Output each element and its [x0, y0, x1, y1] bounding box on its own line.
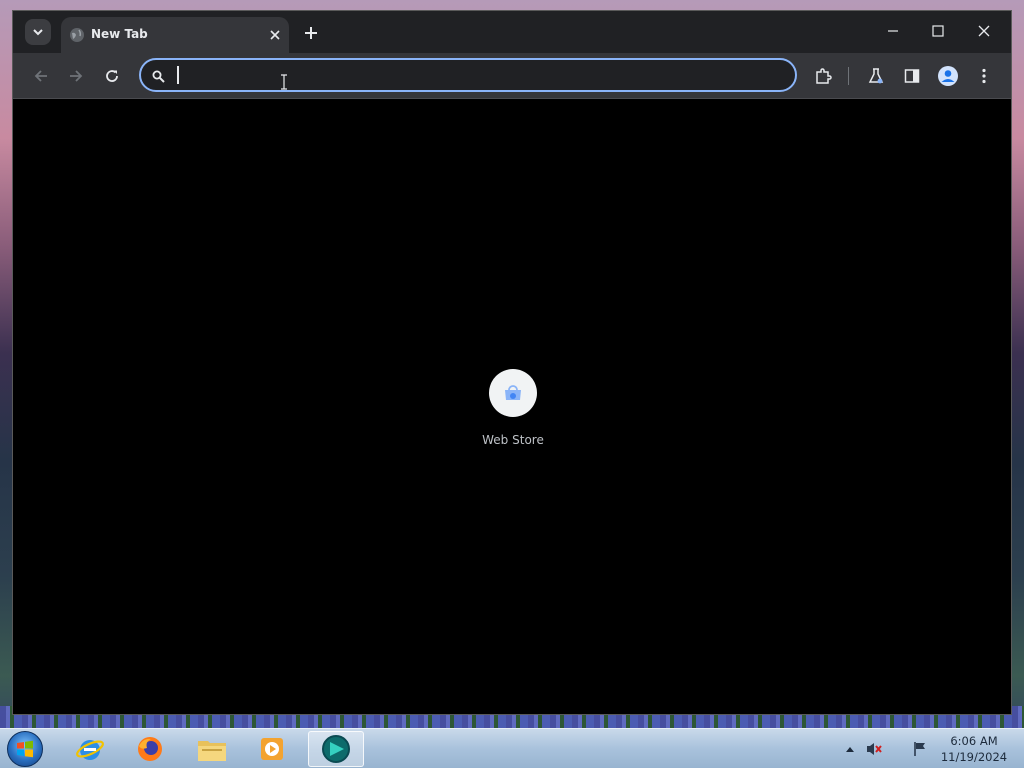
- close-window-button[interactable]: [970, 19, 998, 43]
- windows-logo-icon: [17, 740, 33, 758]
- taskbar: 6:06 AM 11/19/2024: [0, 728, 1024, 768]
- text-cursor-icon: [281, 74, 287, 90]
- chevron-up-icon: [846, 747, 854, 752]
- flag-icon: [914, 742, 925, 756]
- start-button[interactable]: [7, 731, 43, 767]
- side-panel-button[interactable]: [899, 63, 925, 89]
- shortcut-icon-container: [489, 369, 537, 417]
- title-bar: New Tab: [13, 11, 1011, 53]
- browser-icon: [322, 735, 350, 763]
- plus-icon: [305, 27, 317, 39]
- search-icon: [149, 67, 167, 85]
- tab-new-tab[interactable]: New Tab: [61, 17, 289, 53]
- globe-icon: [70, 28, 84, 42]
- reload-icon: [106, 70, 118, 82]
- side-panel-icon: [904, 69, 920, 83]
- taskbar-browser[interactable]: [308, 731, 364, 767]
- toolbar-divider: [848, 67, 849, 85]
- volume-muted-button[interactable]: [864, 739, 884, 759]
- new-tab-page: Web Store: [13, 99, 1011, 714]
- action-center-button[interactable]: [910, 739, 930, 759]
- browser-window: New Tab Web Store: [12, 10, 1012, 715]
- profile-button[interactable]: [935, 63, 961, 89]
- address-input[interactable]: [175, 64, 775, 86]
- speaker-muted-icon: [867, 743, 882, 755]
- toolbar: [13, 53, 1011, 99]
- shortcut-web-store[interactable]: Web Store: [473, 369, 553, 459]
- clock-date: 11/19/2024: [940, 750, 1008, 764]
- firefox-icon: [138, 737, 162, 761]
- avatar-icon: [938, 66, 958, 86]
- close-icon: [270, 30, 280, 40]
- media-player-icon: [261, 738, 283, 760]
- minimize-icon: [888, 30, 898, 32]
- arrow-left-icon: [34, 70, 47, 82]
- puzzle-icon: [816, 68, 832, 84]
- back-button[interactable]: [28, 63, 54, 89]
- web-store-icon: [505, 385, 521, 400]
- taskbar-firefox[interactable]: [122, 731, 178, 767]
- file-explorer-icon: [198, 741, 226, 761]
- new-tab-button[interactable]: [301, 23, 321, 43]
- maximize-button[interactable]: [924, 19, 952, 43]
- taskbar-file-explorer[interactable]: [184, 731, 240, 767]
- chevron-down-icon: [33, 29, 43, 36]
- shortcut-label: Web Store: [482, 433, 544, 447]
- internet-explorer-icon: [76, 740, 104, 760]
- clock-time: 6:06 AM: [950, 734, 998, 748]
- show-hidden-icons-button[interactable]: [844, 743, 856, 755]
- taskbar-media-player[interactable]: [244, 731, 300, 767]
- flask-icon: [868, 68, 884, 84]
- extensions-button[interactable]: [810, 63, 836, 89]
- tab-search-button[interactable]: [25, 19, 51, 45]
- tab-close-button[interactable]: [267, 27, 283, 43]
- text-caret: [177, 66, 179, 84]
- reload-button[interactable]: [99, 63, 125, 89]
- system-clock[interactable]: 6:06 AM 11/19/2024: [938, 733, 1010, 765]
- address-bar[interactable]: [139, 58, 797, 92]
- minimize-button[interactable]: [879, 19, 907, 43]
- desktop-wallpaper-left: [0, 0, 12, 728]
- forward-button[interactable]: [63, 63, 89, 89]
- labs-button[interactable]: [863, 63, 889, 89]
- taskbar-internet-explorer[interactable]: [62, 731, 118, 767]
- tab-title: New Tab: [91, 27, 148, 41]
- menu-button[interactable]: [971, 63, 997, 89]
- close-icon: [978, 25, 990, 37]
- more-vertical-icon: [982, 68, 986, 84]
- arrow-right-icon: [70, 70, 83, 82]
- maximize-icon: [932, 25, 944, 37]
